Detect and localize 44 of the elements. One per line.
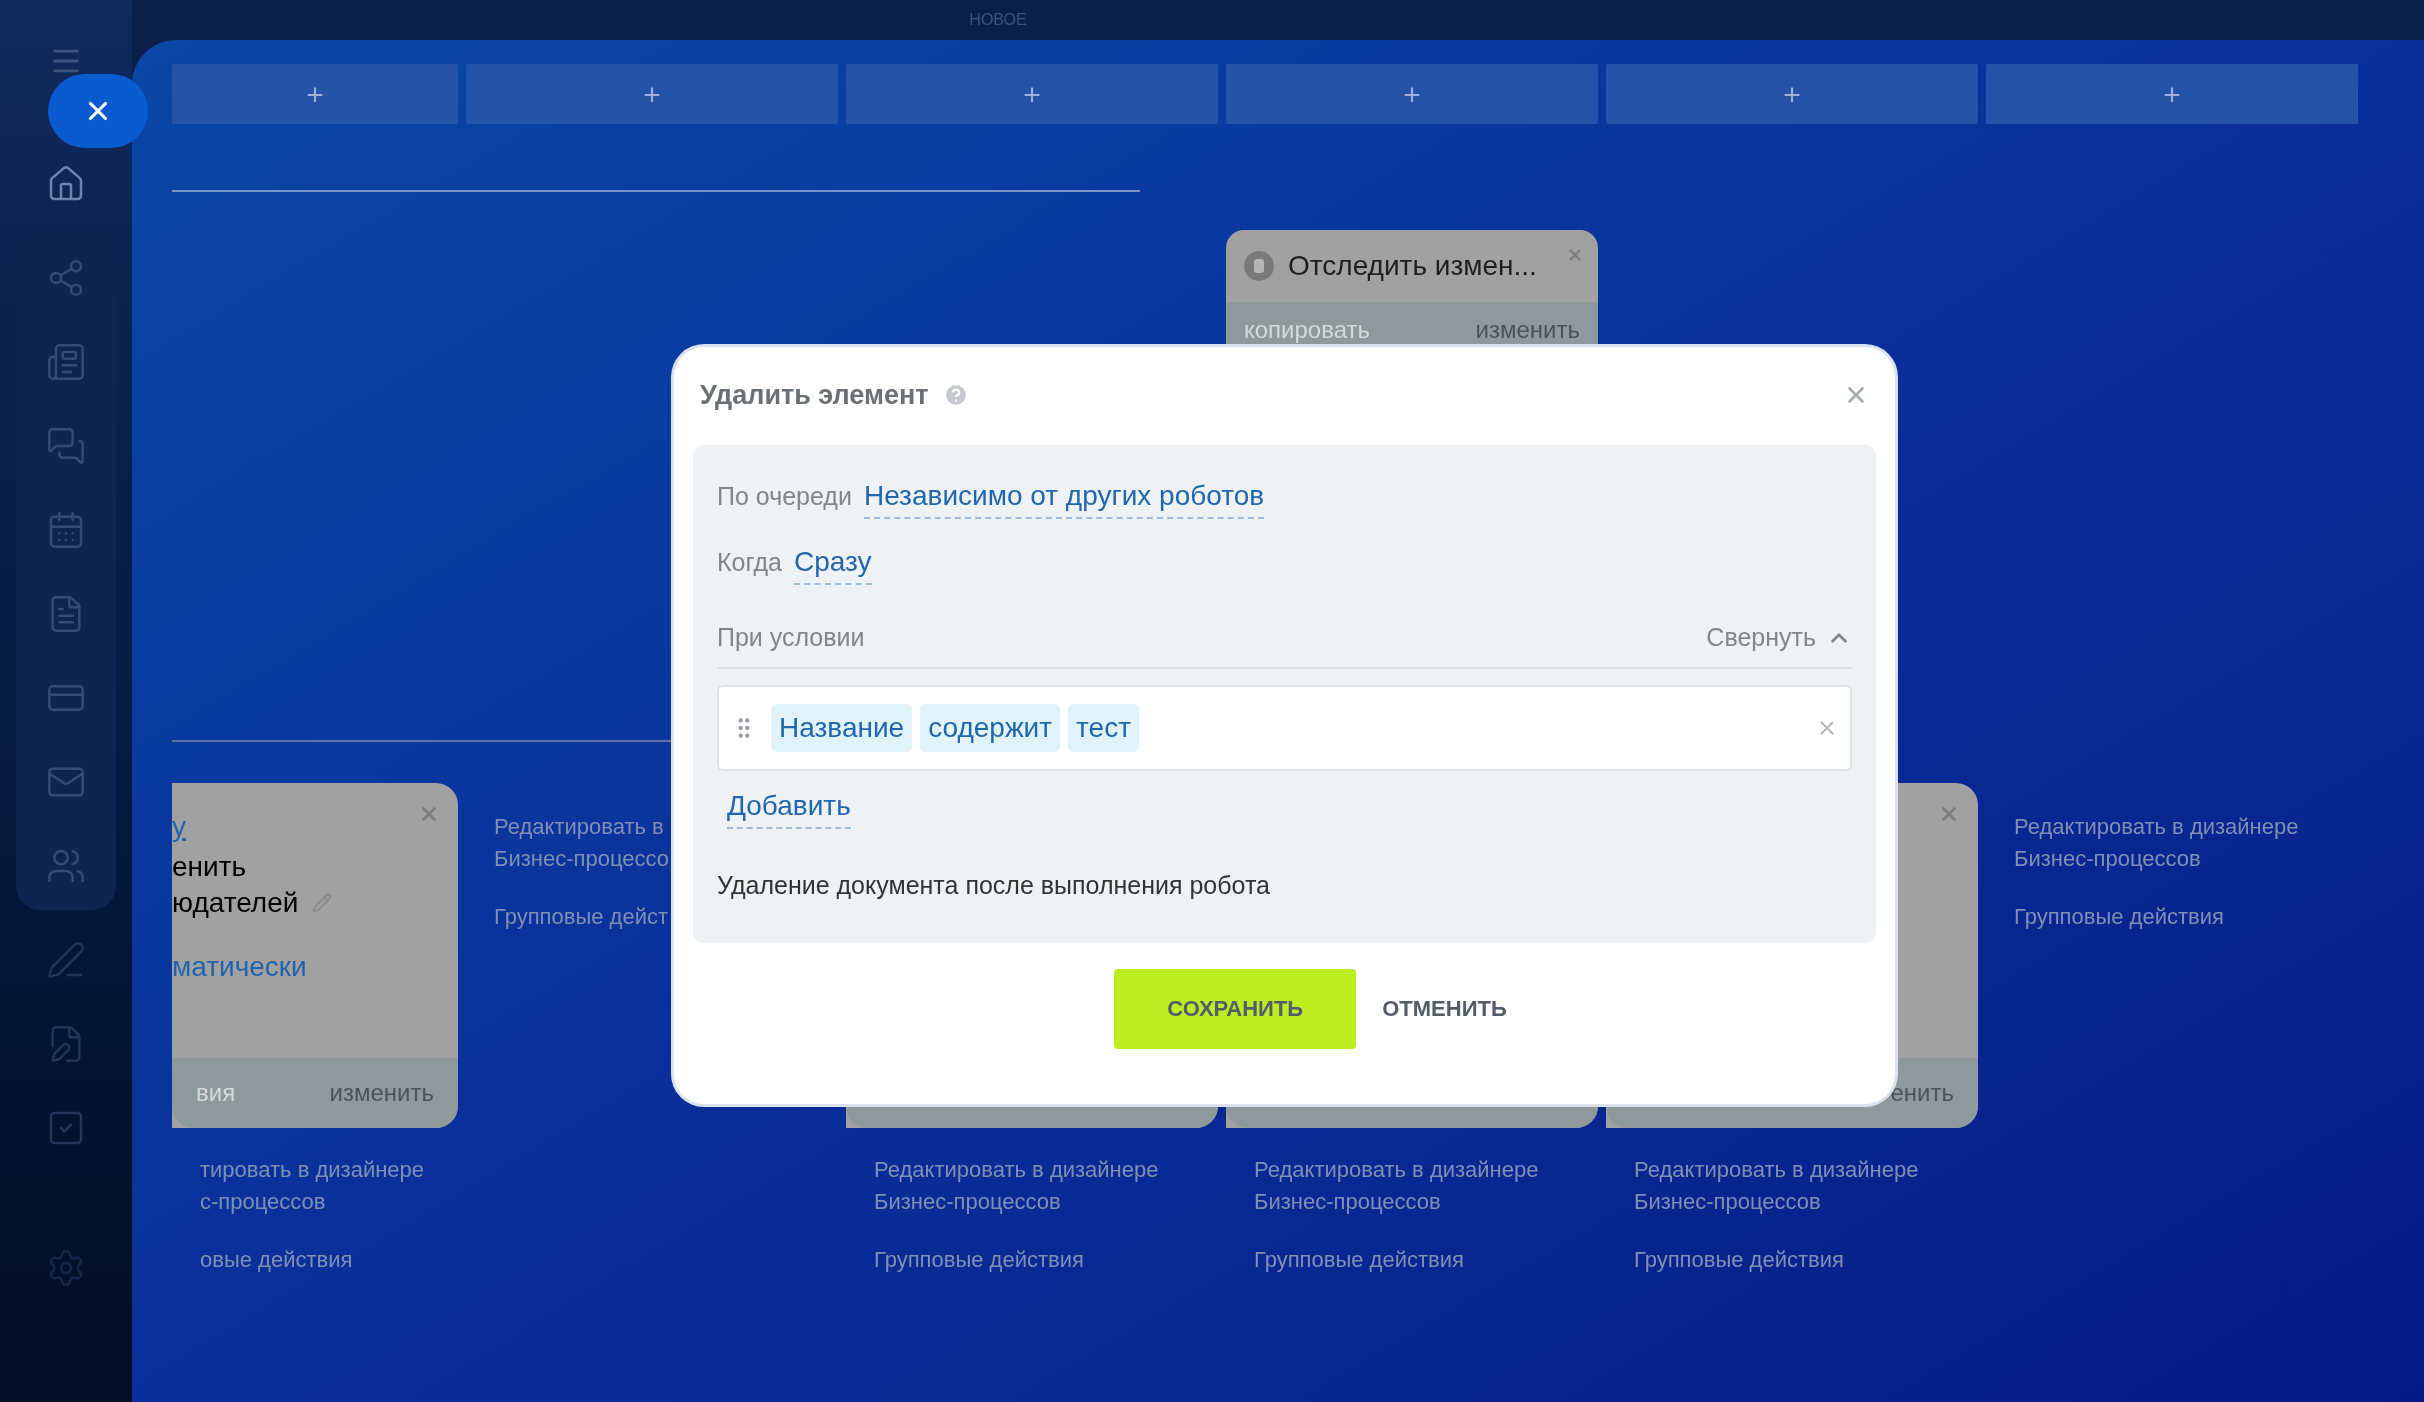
condition-chip[interactable]: Название: [771, 704, 913, 752]
board-link[interactable]: Редактировать в дизайнере Бизнес-процессов: [874, 1154, 1218, 1218]
chat-icon[interactable]: [46, 426, 86, 466]
condition-chip[interactable]: тест: [1068, 704, 1139, 752]
board-link[interactable]: Групповые действия: [2014, 901, 2358, 933]
card-action[interactable]: изменить: [1475, 312, 1580, 348]
field-value-link[interactable]: Сразу: [793, 541, 872, 585]
add-button[interactable]: +: [1986, 64, 2358, 124]
add-button[interactable]: +: [846, 64, 1218, 124]
board-link[interactable]: тировать в дизайнере с-процессов: [200, 1154, 458, 1218]
add-link[interactable]: Добавить: [727, 785, 851, 829]
board-link[interactable]: Редактировать в дизайнере Бизнес-процессов: [1634, 1154, 1978, 1218]
board-link[interactable]: овые действия: [200, 1244, 458, 1276]
board-link[interactable]: Редактировать в дизайнере Бизнес-процессов: [2014, 811, 2358, 875]
board-link[interactable]: Групповые действия: [1254, 1244, 1598, 1276]
newspaper-icon[interactable]: [46, 342, 86, 382]
card-text: юдателей: [172, 886, 299, 920]
card-link[interactable]: у: [172, 809, 186, 845]
stage-label: НОВОЕ: [969, 10, 1027, 30]
collapse-toggle[interactable]: Свернуть: [1706, 619, 1852, 657]
section-label: При условии: [717, 622, 865, 654]
card-value[interactable]: матически: [172, 949, 458, 985]
description: Удаление документа после выполнения робота: [717, 870, 1271, 901]
board-link[interactable]: Редактировать в дизайнере Бизнес-процессов: [1254, 1154, 1598, 1218]
field-label: По очереди: [717, 481, 852, 512]
add-button[interactable]: +: [466, 64, 838, 124]
condition-chip[interactable]: содержит: [920, 704, 1061, 752]
pencil-icon[interactable]: [312, 893, 333, 913]
pen-icon[interactable]: [46, 940, 86, 980]
card-action[interactable]: изменить: [329, 1075, 434, 1111]
add-button[interactable]: +: [172, 64, 458, 124]
add-button[interactable]: +: [1226, 64, 1598, 124]
cancel-button[interactable]: ОТМЕНИТЬ: [1374, 968, 1515, 1049]
dialog-title: Удалить элемент: [700, 378, 929, 412]
robot-icon: [1244, 251, 1274, 281]
field-label: Когда: [717, 547, 782, 578]
card-title: Отследить измен...: [1288, 249, 1537, 283]
board-link[interactable]: Групповые действия: [874, 1244, 1218, 1276]
save-button[interactable]: СОХРАНИТЬ: [1114, 968, 1357, 1049]
add-button[interactable]: +: [1606, 64, 1978, 124]
card-text: енить: [172, 850, 248, 884]
field-value-link[interactable]: Независимо от других роботов: [863, 475, 1265, 519]
close-icon[interactable]: [1566, 246, 1584, 264]
board-link[interactable]: Групповые действия: [1634, 1244, 1978, 1276]
